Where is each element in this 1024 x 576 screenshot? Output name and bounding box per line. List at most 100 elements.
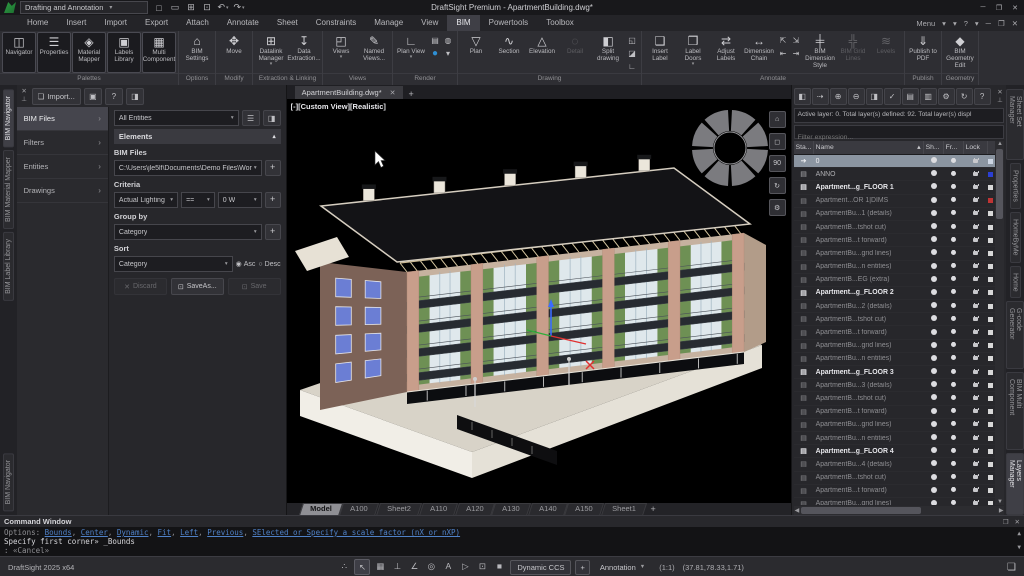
sheet-tab-sheet1[interactable]: Sheet1 [601, 503, 647, 516]
annotate-scale-icon[interactable]: ⇱ [777, 35, 789, 47]
menu-tab-manage[interactable]: Manage [365, 15, 412, 31]
rotate-90-icon[interactable]: 90 [769, 155, 786, 172]
layer-color-swatch[interactable] [988, 251, 993, 256]
layer-row[interactable]: ▤ANNO [794, 168, 996, 181]
add-ccs-button[interactable]: + [575, 560, 589, 575]
scroll-up-icon[interactable]: ▲ [997, 141, 1003, 147]
menu-tab-bim[interactable]: BIM [447, 15, 479, 31]
freeze-toggle-icon[interactable] [944, 250, 964, 257]
dimension-chain-button[interactable]: ↔Dimension Chain [743, 32, 775, 73]
layer-row[interactable]: ▤ApartmentBu...n entities) [794, 353, 996, 366]
elevation-button[interactable]: △Elevation [526, 32, 558, 73]
lock-toggle-icon[interactable] [964, 263, 988, 270]
show-toggle-icon[interactable] [924, 289, 944, 297]
show-toggle-icon[interactable] [924, 434, 944, 442]
show-toggle-icon[interactable] [924, 342, 944, 350]
sheet-tab-a120[interactable]: A120 [454, 503, 494, 516]
show-toggle-icon[interactable] [924, 223, 944, 231]
layer-color-swatch[interactable] [988, 304, 993, 309]
new-sheet-button[interactable]: + [650, 504, 655, 514]
menu-?[interactable]: ? [964, 19, 968, 28]
sort-asc-radio[interactable]: ◉ Asc [236, 260, 256, 268]
palette-tab-bim-multi-component[interactable]: BIM Multi Component [1006, 372, 1024, 450]
multi-component-button[interactable]: ▦Multi Component [142, 32, 176, 73]
menu-tab-attach[interactable]: Attach [177, 15, 218, 31]
named-views-button[interactable]: ✎Named Views... [358, 32, 390, 73]
layer-color-swatch[interactable] [988, 211, 993, 216]
freeze-toggle-icon[interactable] [944, 158, 964, 165]
show-toggle-icon[interactable] [924, 355, 944, 363]
layer-color-swatch[interactable] [988, 290, 993, 295]
show-toggle-icon[interactable] [924, 263, 944, 271]
freeze-toggle-icon[interactable] [944, 382, 964, 389]
command-option-link[interactable]: Previous [207, 528, 243, 537]
lock-toggle-icon[interactable] [964, 487, 988, 494]
layer-row[interactable]: ▤Apartment...g_FLOOR 4 [794, 445, 996, 458]
show-toggle-icon[interactable] [924, 170, 944, 178]
layer-row[interactable]: ▤ApartmentB...t forward) [794, 406, 996, 419]
bim-nav-item-bim-files[interactable]: BIM Files› [17, 107, 108, 131]
render-options-icon[interactable]: ▾ [442, 48, 454, 60]
close-icon[interactable]: ✕ [390, 89, 396, 97]
split-drawing-button[interactable]: ◧Split drawing [592, 32, 624, 73]
menu-tab-home[interactable]: Home [18, 15, 57, 31]
entity-snap-icon[interactable]: ∴ [337, 559, 351, 573]
layer-row[interactable]: ▤ApartmentB...tshot cut) [794, 472, 996, 485]
plan-button[interactable]: ▽Plan [460, 32, 492, 73]
section-button[interactable]: ∿Section [493, 32, 525, 73]
grid-icon[interactable]: ▦ [373, 559, 387, 573]
lock-toggle-icon[interactable] [964, 237, 988, 244]
layer-color-swatch[interactable] [988, 238, 993, 243]
menu-tab-export[interactable]: Export [136, 15, 177, 31]
scroll-left-icon[interactable]: ◀ [795, 507, 800, 514]
new-layer-icon[interactable]: ⊕ [830, 88, 847, 105]
esnap-icon[interactable]: ◎ [424, 559, 438, 573]
layer-color-swatch[interactable] [988, 277, 993, 282]
sheet-tab-a130[interactable]: A130 [491, 503, 531, 516]
home-view-icon[interactable]: ⌂ [769, 111, 786, 128]
bim-dimension-style-button[interactable]: ╪BIM Dimension Style [804, 32, 836, 73]
sheet-tab-a150[interactable]: A150 [564, 503, 604, 516]
freeze-toggle-icon[interactable] [944, 303, 964, 310]
datalink-manager-button[interactable]: ⊞Datalink Manager▾ [255, 32, 287, 73]
column-header-lock[interactable]: Lock [964, 141, 988, 154]
bim-nav-item-filters[interactable]: Filters› [17, 131, 108, 155]
show-toggle-icon[interactable] [924, 210, 944, 218]
menu-menu[interactable]: Menu [916, 19, 935, 28]
lock-toggle-icon[interactable] [964, 303, 988, 310]
show-toggle-icon[interactable] [924, 329, 944, 337]
freeze-toggle-icon[interactable] [944, 329, 964, 336]
layer-row[interactable]: ▤ApartmentBu...n entities) [794, 261, 996, 274]
show-toggle-icon[interactable] [924, 197, 944, 205]
freeze-toggle-icon[interactable] [944, 316, 964, 323]
palette-tab-bim-navigator[interactable]: BIM Navigator [3, 453, 14, 511]
freeze-toggle-icon[interactable] [944, 461, 964, 468]
column-header-name[interactable]: Name▴ [814, 141, 924, 154]
lock-toggle-icon[interactable] [964, 184, 988, 191]
show-toggle-icon[interactable] [924, 157, 944, 165]
help-icon[interactable]: ? [105, 88, 123, 105]
minimize-icon[interactable]: ─ [986, 19, 991, 28]
unisolate-layer-icon[interactable]: ▥ [920, 88, 937, 105]
document-status-icon[interactable]: ❏ [1007, 562, 1016, 573]
freeze-toggle-icon[interactable] [944, 369, 964, 376]
layer-color-swatch[interactable] [988, 409, 993, 414]
layer-color-swatch[interactable] [988, 501, 993, 505]
layer-row[interactable]: ▤ApartmentBu...grid lines) [794, 247, 996, 260]
navigator-button[interactable]: ◫Navigator [2, 32, 36, 73]
show-toggle-icon[interactable] [924, 447, 944, 455]
show-toggle-icon[interactable] [924, 394, 944, 402]
show-toggle-icon[interactable] [924, 276, 944, 284]
model-viewport[interactable]: [-][Custom View][Realistic] ⌂◻90↻⚙ [287, 99, 791, 503]
group-by-dropdown[interactable]: Category▾ [114, 224, 262, 240]
menu-tab-constraints[interactable]: Constraints [307, 15, 365, 31]
lock-toggle-icon[interactable] [964, 382, 988, 389]
freeze-toggle-icon[interactable] [944, 342, 964, 349]
lock-toggle-icon[interactable] [964, 342, 988, 349]
layer-color-swatch[interactable] [988, 422, 993, 427]
menu-tab-import[interactable]: Import [95, 15, 136, 31]
view-settings-icon[interactable]: ⚙ [769, 199, 786, 216]
refresh-icon[interactable]: ↻ [956, 88, 973, 105]
sort-desc-radio[interactable]: ○ Desc [258, 261, 280, 268]
lock-toggle-icon[interactable] [964, 408, 988, 415]
